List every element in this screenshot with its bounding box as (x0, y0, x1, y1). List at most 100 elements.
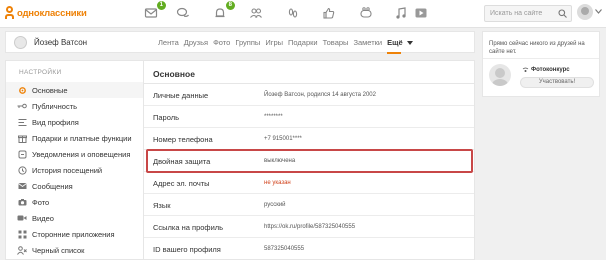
row-value: не указан (264, 179, 291, 186)
sidebar-item-profile-view[interactable]: Вид профиля (6, 114, 149, 130)
tab-notes[interactable]: Заметки (353, 38, 382, 47)
thumbs-up-icon (323, 7, 335, 19)
notifications-badge: 8 (225, 1, 235, 10)
search-icon[interactable] (558, 9, 567, 18)
sidebar-item-general[interactable]: Основные (6, 82, 149, 98)
tab-friends[interactable]: Друзья (184, 38, 208, 47)
sidebar-item-label: Основные (32, 85, 68, 95)
active-tab-underline (387, 52, 402, 54)
row-label: Пароль (153, 113, 180, 122)
messages-button[interactable]: 1 (143, 1, 166, 20)
notifications-button[interactable]: 8 (212, 1, 235, 20)
broadcast-icon (522, 67, 529, 72)
row-value: https://ok.ru/profile/587325040555 (264, 223, 356, 230)
sidebar-item-label: Вид профиля (32, 117, 79, 127)
contest-avatar (489, 64, 511, 86)
events-button[interactable] (321, 6, 337, 20)
settings-row-password[interactable]: Пароль ******** (144, 106, 474, 128)
sidebar-heading: НАСТРОЙКИ (19, 69, 62, 76)
logo-text: одноклассники (17, 7, 87, 19)
card-divider (483, 58, 599, 59)
sidebar-item-label: Сторонние приложения (32, 229, 115, 239)
settings-main-panel: Основное Личные данные Йозеф Ватсон, род… (143, 60, 475, 260)
ok-logo-icon (4, 6, 14, 20)
row-label: ID вашего профиля (153, 245, 221, 254)
sidebar-item-publicity[interactable]: Публичность (6, 98, 149, 114)
chat-bubbles-icon (176, 7, 189, 17)
messages-badge: 1 (156, 1, 166, 10)
chevron-down-icon[interactable] (595, 9, 602, 14)
tab-gifts[interactable]: Подарки (288, 38, 318, 47)
guests-button[interactable] (285, 6, 301, 20)
play-icon (415, 8, 427, 18)
video-icon (17, 215, 27, 221)
sidebar-item-label: История посещений (32, 165, 103, 175)
profile-name[interactable]: Йозеф Ватсон (34, 38, 87, 47)
sidebar-item-label: Публичность (32, 101, 78, 111)
sidebar-item-label: Подарки и платные функции (32, 133, 132, 143)
gamepad-icon (360, 7, 372, 18)
sidebar-item-notifications[interactable]: Уведомления и оповещения (6, 146, 149, 162)
settings-row-phone[interactable]: Номер телефона +7 915001**** (144, 128, 474, 150)
row-label: Личные данные (153, 91, 209, 100)
history-icon (17, 165, 27, 175)
settings-row-personal-data[interactable]: Личные данные Йозеф Ватсон, родился 14 а… (144, 84, 474, 106)
contest-label: Фотоконкурс (522, 67, 570, 73)
no-friends-online-text: Прямо сейчас никого из друзей на сайте н… (489, 41, 585, 55)
user-avatar[interactable] (577, 4, 593, 20)
row-value: Йозеф Ватсон, родился 14 августа 2002 (264, 91, 376, 98)
sidebar-item-photo[interactable]: Фото (6, 194, 149, 210)
profile-tabs: Лента Друзья Фото Группы Игры Подарки То… (158, 38, 418, 54)
apps-icon (18, 230, 26, 238)
settings-row-profile-id[interactable]: ID вашего профиля 587325040555 (144, 238, 474, 260)
tab-goods[interactable]: Товары (323, 38, 349, 47)
sidebar-item-third-party-apps[interactable]: Сторонние приложения (6, 226, 149, 242)
gear-icon (18, 86, 26, 94)
search-box[interactable] (484, 5, 572, 22)
section-title: Основное (153, 69, 195, 79)
sidebar-item-messages[interactable]: Сообщения (6, 178, 149, 194)
key-icon (17, 103, 27, 109)
row-value: русский (264, 201, 286, 208)
ok-logo[interactable]: одноклассники (4, 6, 87, 20)
gift-icon (17, 135, 27, 143)
row-label: Ссылка на профиль (153, 223, 224, 232)
settings-row-profile-link[interactable]: Ссылка на профиль https://ok.ru/profile/… (144, 216, 474, 238)
sidebar-item-label: Сообщения (32, 181, 73, 191)
bell-icon (215, 8, 225, 18)
sidebar-item-label: Уведомления и оповещения (32, 149, 131, 159)
games-button[interactable] (358, 6, 374, 20)
caret-down-icon (406, 41, 413, 45)
sidebar-item-gifts[interactable]: Подарки и платные функции (6, 130, 149, 146)
row-value: ******** (264, 113, 283, 120)
music-note-icon (396, 7, 406, 19)
friends-online-card: Прямо сейчас никого из друзей на сайте н… (482, 31, 600, 97)
friends-icon (250, 8, 262, 18)
sidebar-item-video[interactable]: Видео (6, 210, 149, 226)
music-button[interactable] (393, 6, 409, 20)
settings-row-language[interactable]: Язык русский (144, 194, 474, 216)
tab-more-label: Ещё (387, 38, 403, 47)
footprints-icon (288, 8, 298, 18)
discussions-button[interactable] (175, 6, 191, 20)
profile-avatar[interactable] (14, 36, 27, 49)
two-factor-highlight-box (146, 149, 473, 173)
sidebar-item-visit-history[interactable]: История посещений (6, 162, 149, 178)
friends-button[interactable] (248, 6, 264, 20)
video-button[interactable] (413, 6, 429, 20)
tab-games[interactable]: Игры (265, 38, 283, 47)
camera-icon (18, 199, 26, 206)
tab-groups[interactable]: Группы (235, 38, 260, 47)
profile-header: Йозеф Ватсон Лента Друзья Фото Группы Иг… (5, 31, 475, 54)
sidebar-item-label: Фото (32, 197, 50, 207)
row-label: Язык (153, 201, 171, 210)
bell-icon (18, 150, 26, 158)
tab-feed[interactable]: Лента (158, 38, 179, 47)
tab-photos[interactable]: Фото (213, 38, 230, 47)
sidebar-item-label: Черный список (32, 245, 85, 255)
participate-button[interactable]: Участвовать! (520, 77, 594, 88)
settings-row-email[interactable]: Адрес эл. почты не указан (144, 172, 474, 194)
tab-more[interactable]: Ещё (387, 38, 413, 54)
sidebar-item-blacklist[interactable]: Черный список (6, 242, 149, 258)
search-input[interactable] (490, 10, 554, 17)
